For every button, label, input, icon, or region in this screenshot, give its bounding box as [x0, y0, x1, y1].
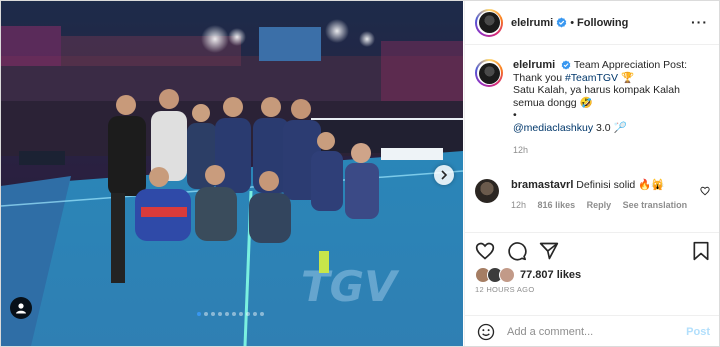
- add-comment-bar: Post: [465, 315, 719, 346]
- comment-content: Definisi solid 🔥🙀: [576, 179, 665, 191]
- comment-input[interactable]: [505, 325, 669, 339]
- post-details-panel: elelrumi • Following ··· elelrumi Team A…: [464, 1, 719, 346]
- comment-bubble-icon: [508, 242, 527, 261]
- carousel-dot: [204, 312, 208, 316]
- chevron-right-icon: [441, 170, 448, 180]
- author-avatar[interactable]: [475, 8, 503, 37]
- laughing-emoji-icon: 🤣: [579, 96, 593, 109]
- user-icon: [16, 303, 26, 314]
- mention-suffix: 3.0: [593, 121, 614, 134]
- comment-likes[interactable]: 816 likes: [538, 200, 576, 210]
- caption-username[interactable]: elelrumi: [513, 59, 555, 71]
- carousel-dot: [225, 312, 229, 316]
- bookmark-icon: [693, 241, 709, 261]
- following-button[interactable]: Following: [577, 17, 628, 29]
- caption-line-3: Satu Kalah, ya harus kompak Kalah: [513, 84, 680, 96]
- carousel-dot: [253, 312, 257, 316]
- verified-badge-icon: [556, 17, 567, 28]
- caption-time: 12h: [513, 145, 529, 155]
- separator-dot: •: [570, 16, 575, 29]
- commenter-username[interactable]: bramastavrl: [511, 179, 573, 191]
- carousel-indicator: [197, 312, 264, 316]
- save-button[interactable]: [692, 241, 710, 266]
- team-photo-illustration: TGV: [1, 1, 463, 346]
- comment-button[interactable]: [507, 241, 527, 261]
- tagged-users-button[interactable]: [10, 297, 32, 319]
- comment-text: bramastavrl Definisi solid 🔥🙀 12h 816 li…: [511, 179, 707, 211]
- caption-meta: 12h: [513, 144, 709, 157]
- instagram-post: TGV elelrumi • Following ··· elelrumi Te…: [0, 0, 720, 347]
- carousel-dot: [239, 312, 243, 316]
- caption-row: elelrumi Team Appreciation Post: Thank y…: [475, 59, 709, 157]
- comments-list: elelrumi Team Appreciation Post: Thank y…: [465, 45, 719, 232]
- commenter-avatar[interactable]: [475, 179, 499, 203]
- caption-line-4: semua dongg: [513, 96, 577, 109]
- like-comment-heart-icon[interactable]: [700, 186, 710, 196]
- verified-badge-icon: [561, 60, 571, 70]
- reply-button[interactable]: Reply: [587, 200, 612, 210]
- comment-time: 12h: [511, 199, 527, 210]
- carousel-dot: [197, 312, 201, 316]
- caption-line-1: Team Appreciation Post:: [573, 59, 688, 71]
- comment-meta: 12h 816 likes Reply See translation: [511, 199, 707, 212]
- post-comment-button[interactable]: Post: [686, 326, 710, 338]
- likes-count[interactable]: 77.807 likes: [520, 269, 581, 281]
- liker-avatar: [499, 267, 515, 283]
- comment-row: bramastavrl Definisi solid 🔥🙀 12h 816 li…: [475, 179, 707, 211]
- svg-text:TGV: TGV: [301, 262, 400, 311]
- post-header: elelrumi • Following ···: [465, 1, 719, 45]
- post-timestamp: 12 HOURS AGO: [475, 285, 535, 294]
- carousel-dot: [246, 312, 250, 316]
- paper-plane-icon: [539, 242, 559, 260]
- author-username[interactable]: elelrumi: [511, 17, 553, 29]
- share-button[interactable]: [539, 241, 559, 261]
- caption-avatar[interactable]: [475, 59, 503, 87]
- carousel-dot: [232, 312, 236, 316]
- next-photo-button[interactable]: [434, 165, 454, 185]
- caption-text: elelrumi Team Appreciation Post: Thank y…: [513, 59, 709, 157]
- more-options-button[interactable]: ···: [691, 14, 708, 30]
- trophy-icon: 🏆: [620, 71, 635, 84]
- carousel-dot: [211, 312, 215, 316]
- caption-line-2: Thank you: [513, 71, 565, 84]
- hashtag-link[interactable]: #TeamTGV: [565, 72, 618, 84]
- carousel-dot: [260, 312, 264, 316]
- carousel-dot: [218, 312, 222, 316]
- mention-link[interactable]: @mediaclashkuy: [513, 122, 593, 134]
- post-actions: 77.807 likes 12 HOURS AGO Post: [465, 232, 719, 346]
- racket-icon: 🏸: [613, 121, 627, 134]
- like-button[interactable]: [475, 241, 495, 261]
- see-translation-button[interactable]: See translation: [623, 200, 688, 210]
- post-photo[interactable]: TGV: [1, 1, 463, 346]
- caption-bullet: •: [513, 109, 517, 121]
- emoji-icon[interactable]: [477, 323, 495, 341]
- likes-row: 77.807 likes: [475, 267, 581, 283]
- heart-icon: [475, 242, 495, 260]
